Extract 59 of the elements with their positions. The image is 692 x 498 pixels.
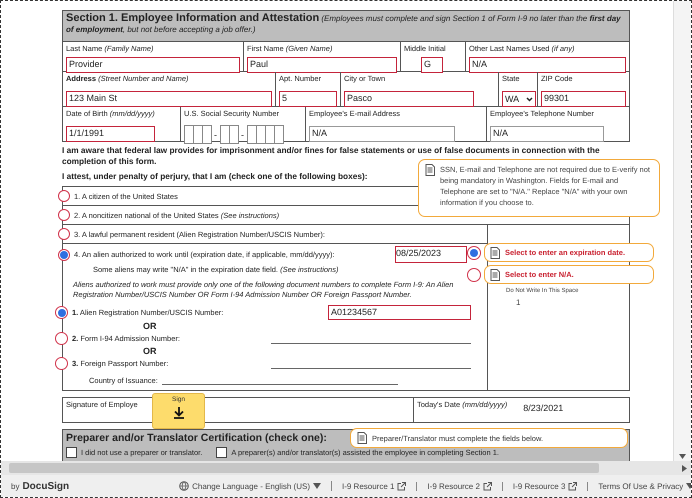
preparer-title: Preparer and/or Translator Certification (check one): bbox=[66, 432, 327, 444]
chevron-down-icon bbox=[526, 96, 533, 102]
text-field[interactable]: Paul bbox=[247, 57, 397, 73]
brand-logo: DocuSign bbox=[22, 480, 70, 492]
attestation-text: I attest, under penalty of perjury, that I am (check one of the following boxes): bbox=[62, 171, 368, 182]
or-label: OR bbox=[143, 346, 156, 356]
ssn-field[interactable] bbox=[220, 125, 238, 144]
date-field[interactable]: 08/25/2023 bbox=[395, 246, 467, 263]
scroll-down-icon[interactable] bbox=[679, 454, 686, 459]
footer-link[interactable]: I-9 Resource 1 bbox=[342, 482, 394, 490]
text-field[interactable]: 99301 bbox=[541, 91, 626, 107]
text-field[interactable]: 1/1/1991 bbox=[66, 126, 155, 142]
brand-prefix: by bbox=[11, 482, 20, 490]
text-field[interactable]: N/A bbox=[490, 126, 604, 142]
text-field[interactable]: A01234567 bbox=[328, 305, 471, 320]
note-icon bbox=[357, 432, 367, 444]
text-field[interactable]: 123 Main St bbox=[66, 91, 272, 107]
globe-icon bbox=[179, 481, 190, 491]
caret-down-icon bbox=[312, 483, 321, 489]
footer-link[interactable]: I-9 Resource 2 bbox=[427, 482, 480, 490]
note-icon bbox=[490, 246, 500, 258]
ssn-field[interactable] bbox=[184, 125, 211, 144]
text-field[interactable]: N/A bbox=[309, 126, 456, 142]
radio-button[interactable] bbox=[58, 209, 70, 221]
text-field[interactable]: N/A bbox=[469, 57, 626, 73]
radio-button[interactable] bbox=[467, 268, 481, 282]
checkbox[interactable] bbox=[216, 447, 228, 458]
state-dropdown[interactable]: WA bbox=[502, 91, 536, 107]
radio-button[interactable] bbox=[55, 306, 68, 319]
text-field[interactable]: 5 bbox=[279, 91, 337, 107]
external-link-icon bbox=[482, 482, 492, 490]
side-value: 1 bbox=[515, 297, 522, 309]
scroll-right-icon[interactable] bbox=[682, 464, 687, 472]
footer-link[interactable]: Terms Of Use & Privacy bbox=[598, 482, 684, 490]
text-field[interactable]: Provider bbox=[66, 57, 240, 73]
radio-button[interactable] bbox=[58, 190, 70, 202]
note-icon bbox=[490, 268, 500, 280]
dash-separator: - bbox=[214, 130, 217, 140]
radio-button[interactable] bbox=[58, 248, 70, 260]
radio-button[interactable] bbox=[467, 246, 481, 260]
download-icon bbox=[172, 406, 184, 419]
dash-separator: - bbox=[241, 130, 244, 140]
external-link-icon bbox=[568, 482, 578, 490]
checkbox[interactable] bbox=[66, 447, 77, 458]
ssn-field[interactable] bbox=[247, 125, 283, 144]
text-field[interactable]: G bbox=[421, 57, 443, 73]
note-icon bbox=[425, 164, 435, 176]
footer-link[interactable]: I-9 Resource 3 bbox=[512, 482, 566, 490]
or-label: OR bbox=[143, 321, 156, 331]
external-link-icon bbox=[397, 482, 406, 490]
scrollbar-thumb[interactable] bbox=[9, 463, 599, 473]
radio-button[interactable] bbox=[55, 332, 68, 345]
radio-button[interactable] bbox=[55, 357, 68, 370]
date-value: 8/23/2021 bbox=[523, 402, 564, 415]
attestation-text: I am aware that federal law provides for imprisonment and/or fines for false statements or use of false documents in connection with the completion of this form. bbox=[62, 145, 601, 166]
radio-button[interactable] bbox=[58, 228, 70, 240]
footer-link[interactable]: Change Language - English (US) bbox=[192, 482, 310, 490]
section-header: Section 1. Employee Information and Attestation (Employees must complete and sign Section 1 of Form I-9 no later than the first day of employment, but not before accepting a job offer.) bbox=[62, 10, 630, 42]
text-field[interactable]: Pasco bbox=[344, 91, 474, 107]
